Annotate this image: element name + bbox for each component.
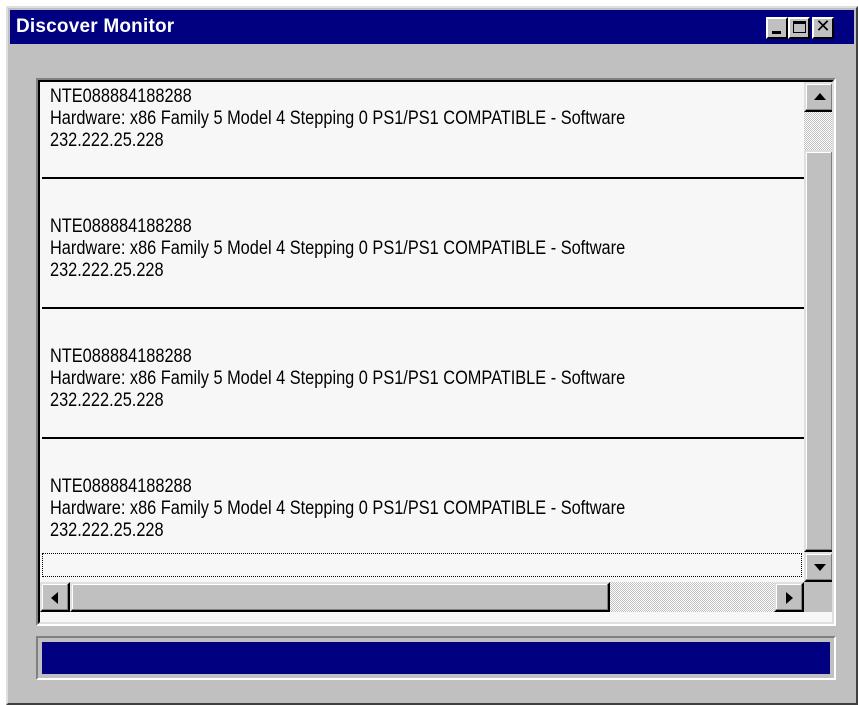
entry-separator (42, 307, 804, 309)
window-title: Discover Monitor (16, 16, 175, 37)
device-list-frame: NTE088884188288 Hardware: x86 Family 5 M… (36, 78, 836, 626)
minimize-button[interactable] (766, 17, 788, 39)
device-list-content: NTE088884188288 Hardware: x86 Family 5 M… (40, 82, 804, 582)
arrow-right-icon (786, 592, 793, 604)
horizontal-scroll-thumb[interactable] (70, 582, 610, 612)
scroll-left-button[interactable] (40, 582, 70, 612)
device-list[interactable]: NTE088884188288 Hardware: x86 Family 5 M… (38, 80, 834, 624)
title-bar[interactable]: Discover Monitor ✕ (10, 10, 854, 44)
device-name: NTE088884188288 (50, 346, 192, 367)
maximize-button[interactable] (788, 17, 810, 39)
device-address: 232.222.25.228 (50, 260, 164, 281)
scroll-down-button[interactable] (804, 552, 832, 582)
entry-separator (42, 437, 804, 439)
arrow-up-icon (814, 93, 826, 100)
device-description: Hardware: x86 Family 5 Model 4 Stepping … (50, 238, 626, 259)
close-icon: ✕ (815, 16, 831, 37)
scroll-right-button[interactable] (774, 582, 804, 612)
status-bar (42, 642, 830, 674)
device-description: Hardware: x86 Family 5 Model 4 Stepping … (50, 498, 626, 519)
device-description: Hardware: x86 Family 5 Model 4 Stepping … (50, 108, 626, 129)
list-item[interactable]: NTE088884188288 Hardware: x86 Family 5 M… (40, 82, 804, 212)
device-name: NTE088884188288 (50, 216, 192, 237)
device-address: 232.222.25.228 (50, 130, 164, 151)
maximize-icon (793, 21, 806, 33)
vertical-scrollbar[interactable] (804, 82, 832, 582)
entry-separator (42, 177, 804, 179)
device-address: 232.222.25.228 (50, 390, 164, 411)
discover-monitor-window: Discover Monitor ✕ NTE088884188288 Hardw… (6, 6, 858, 705)
minimize-icon (772, 31, 781, 34)
list-item[interactable]: NTE088884188288 Hardware: x86 Family 5 M… (40, 342, 804, 472)
arrow-down-icon (814, 564, 826, 571)
device-name: NTE088884188288 (50, 86, 192, 107)
device-name: NTE088884188288 (50, 476, 192, 497)
scrollbar-corner (804, 582, 832, 612)
device-description: Hardware: x86 Family 5 Model 4 Stepping … (50, 368, 626, 389)
scroll-up-button[interactable] (804, 82, 832, 112)
device-address: 232.222.25.228 (50, 520, 164, 541)
close-button[interactable]: ✕ (812, 16, 834, 39)
status-frame (36, 636, 836, 680)
list-item[interactable]: NTE088884188288 Hardware: x86 Family 5 M… (40, 212, 804, 342)
horizontal-scrollbar[interactable] (40, 582, 804, 612)
arrow-left-icon (51, 592, 58, 604)
focus-rectangle[interactable] (42, 553, 802, 577)
vertical-scroll-thumb[interactable] (804, 150, 832, 552)
